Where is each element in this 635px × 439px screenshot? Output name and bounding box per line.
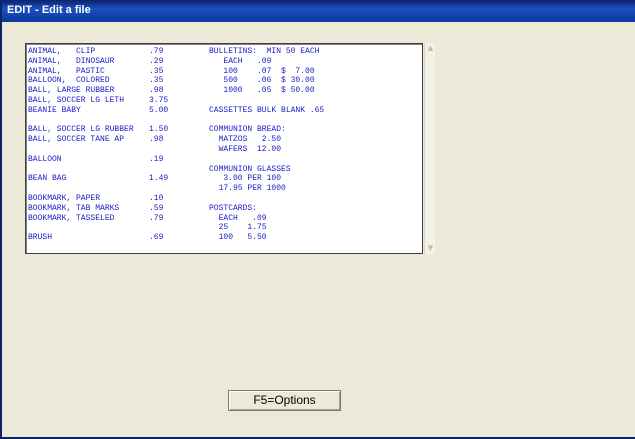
editor-line: BRUSH .69 bbox=[28, 233, 163, 243]
item-price: .79 bbox=[149, 47, 164, 56]
item-price: .98 bbox=[149, 135, 164, 145]
item-name: BOOKMARK, TAB MARKS bbox=[28, 203, 120, 213]
title-bar[interactable]: EDIT - Edit a file bbox=[2, 0, 635, 22]
editor-line: 17.95 PER 1000 bbox=[209, 184, 286, 194]
vertical-scrollbar[interactable]: ▲ ▼ bbox=[424, 43, 435, 254]
item-name: ANIMAL, CLIP bbox=[28, 47, 96, 56]
editor-line: BALL, LARGE RUBBER .98 bbox=[28, 86, 163, 96]
item-name: BALL, SOCCER LG RUBBER bbox=[28, 125, 134, 135]
item-name: BEANIE BABY bbox=[28, 105, 81, 115]
editor-line: WAFERS 12.00 bbox=[209, 144, 282, 154]
editor-line: BOOKMARK, TAB MARKS .59 bbox=[28, 203, 163, 214]
editor-line: BALL, SOCCER TANE AP .98 bbox=[28, 135, 163, 145]
editor-line: ANIMAL, CLIP .79 bbox=[28, 47, 163, 57]
file-text-editor[interactable]: ANIMAL, CLIP .79 ANIMAL, DINOSAUR .29 ANIMAL… bbox=[25, 43, 423, 254]
item-name: BALL, SOCCER LG LETH bbox=[28, 95, 125, 105]
item-name: BEAN BAG bbox=[28, 174, 67, 184]
editor-line: EACH .09 bbox=[209, 213, 267, 223]
editor-line: ANIMAL, DINOSAUR .29 bbox=[28, 56, 163, 67]
item-price: .19 bbox=[149, 154, 164, 164]
options-button[interactable]: F5=Options bbox=[228, 390, 341, 411]
item-name: BALLOON bbox=[28, 154, 62, 164]
scroll-down-arrow-icon[interactable]: ▼ bbox=[426, 244, 435, 253]
item-price: .35 bbox=[149, 66, 164, 76]
edit-window: EDIT - Edit a file ANIMAL, CLIP .79 ANIMAL… bbox=[0, 0, 635, 439]
scroll-up-arrow-icon[interactable]: ▲ bbox=[426, 44, 435, 53]
editor-line: EACH .09 bbox=[209, 56, 272, 66]
editor-line: MATZOS 2.50 bbox=[209, 135, 282, 145]
editor-line: 1000 .05 $ 50.00 bbox=[209, 86, 315, 96]
window-client-area: ANIMAL, CLIP .79 ANIMAL, DINOSAUR .29 ANIMAL… bbox=[4, 22, 635, 437]
item-price: 3.75 bbox=[149, 95, 169, 105]
item-name: BOOKMARK, TASSELED bbox=[28, 213, 115, 223]
item-price: .98 bbox=[149, 86, 164, 96]
editor-line: 25 1.75 bbox=[209, 223, 267, 233]
editor-left-column: ANIMAL, CLIP .79 ANIMAL, DINOSAUR .29 ANIMAL… bbox=[28, 47, 168, 243]
editor-line: BEAN BAG 1.49 bbox=[28, 174, 168, 184]
item-name: BRUSH bbox=[28, 233, 53, 243]
editor-line: BALLOON, COLORED .35 bbox=[28, 76, 163, 86]
editor-line: BOOKMARK, TASSELED .79 bbox=[28, 213, 163, 224]
item-name: ANIMAL, DINOSAUR bbox=[28, 56, 115, 66]
item-name: BALL, SOCCER TANE AP bbox=[28, 135, 125, 145]
item-name: BOOKMARK, PAPER bbox=[28, 193, 101, 203]
editor-right-column: BULLETINS: MIN 50 EACH EACH .09 100 .07 … bbox=[209, 47, 324, 243]
editor-line: COMMUNION GLASSES bbox=[209, 164, 291, 174]
editor-line: COMMUNION BREAD: bbox=[209, 125, 286, 135]
editor-line: BALLOON .19 bbox=[28, 154, 163, 165]
window-title: EDIT - Edit a file bbox=[7, 4, 91, 16]
item-name: BALLOON, COLORED bbox=[28, 76, 110, 86]
editor-line: 100 5.50 bbox=[209, 233, 267, 243]
editor-line: ANIMAL, PASTIC .35 bbox=[28, 66, 163, 77]
item-price: .79 bbox=[149, 213, 164, 223]
editor-line: BALL, SOCCER LG RUBBER 1.50 bbox=[28, 125, 168, 135]
editor-line: POSTCARDS: bbox=[209, 203, 258, 213]
item-price: .59 bbox=[149, 203, 164, 213]
item-price: .69 bbox=[149, 233, 164, 243]
item-name: ANIMAL, PASTIC bbox=[28, 66, 105, 76]
editor-line: 100 .07 $ 7.00 bbox=[209, 66, 315, 76]
editor-line: BEANIE BABY 5.00 bbox=[28, 105, 168, 116]
item-price: .35 bbox=[149, 76, 164, 86]
editor-line: CASSETTES BULK BLANK .65 bbox=[209, 105, 325, 115]
editor-line: BOOKMARK, PAPER .10 bbox=[28, 193, 163, 204]
item-price: 1.49 bbox=[149, 174, 169, 184]
item-price: .10 bbox=[149, 193, 164, 203]
editor-line: BULLETINS: MIN 50 EACH bbox=[209, 47, 320, 56]
item-name: BALL, LARGE RUBBER bbox=[28, 86, 115, 96]
editor-line: 3.00 PER 100 bbox=[209, 174, 282, 184]
editor-line: 500 .06 $ 30.00 bbox=[209, 76, 315, 86]
item-price: .29 bbox=[149, 56, 164, 66]
item-price: 5.00 bbox=[149, 105, 169, 115]
editor-line: BALL, SOCCER LG LETH 3.75 bbox=[28, 95, 168, 106]
item-price: 1.50 bbox=[149, 125, 169, 135]
